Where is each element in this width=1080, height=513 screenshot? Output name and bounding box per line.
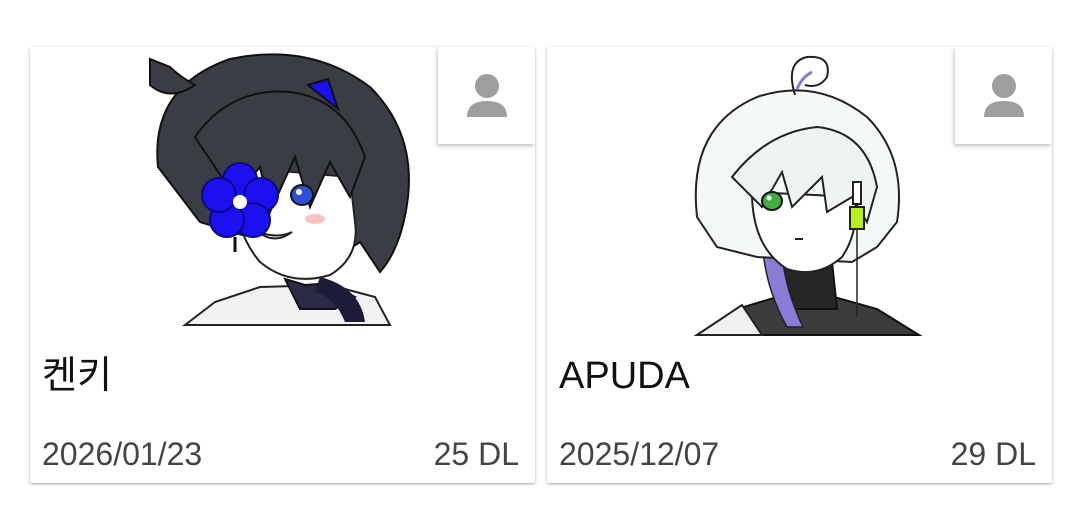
- character-card[interactable]: 켄키 2026/01/23 25 DL: [30, 47, 535, 483]
- person-icon: [983, 73, 1024, 117]
- character-card[interactable]: APUDA 2025/12/07 29 DL: [547, 47, 1052, 483]
- upload-date: 2026/01/23: [42, 436, 203, 472]
- download-count: 29 DL: [950, 436, 1036, 472]
- person-icon: [466, 73, 507, 117]
- character-name: 켄키: [42, 355, 112, 397]
- creator-avatar-button[interactable]: [438, 47, 535, 144]
- creator-avatar-button[interactable]: [955, 47, 1052, 144]
- download-count: 25 DL: [433, 436, 519, 472]
- upload-date: 2025/12/07: [559, 436, 720, 472]
- character-name: APUDA: [559, 355, 690, 397]
